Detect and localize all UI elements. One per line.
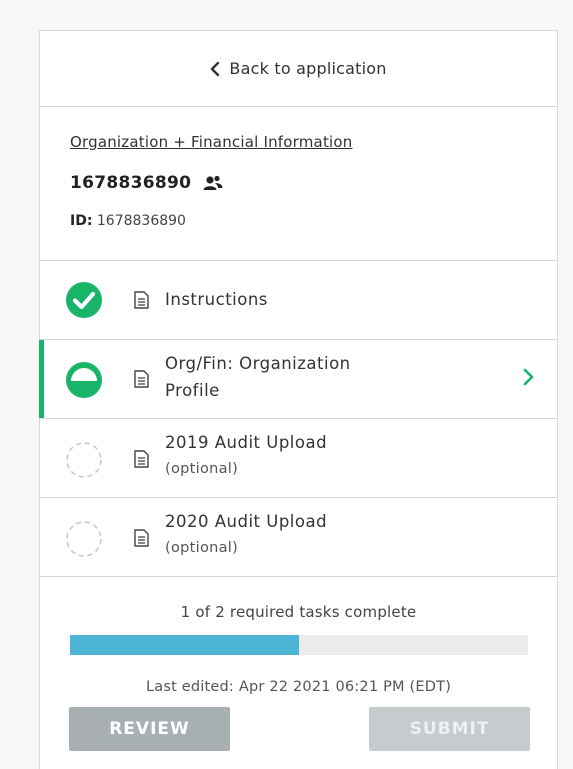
task-panel: Back to application Organization + Finan…: [39, 30, 558, 769]
review-button[interactable]: REVIEW: [69, 707, 230, 751]
task-item-2019-audit-upload[interactable]: 2019 Audit Upload (optional): [40, 419, 557, 498]
organization-number: 1678836890: [70, 173, 223, 193]
organization-id-value: 1678836890: [96, 213, 186, 229]
submit-button[interactable]: SUBMIT: [369, 707, 530, 751]
task-item-organization-profile[interactable]: Org/Fin: Organization Profile: [39, 340, 557, 419]
task-label: Instructions: [165, 290, 268, 309]
progress-text: 1 of 2 required tasks complete: [180, 603, 417, 621]
organization-block: Organization + Financial Information 167…: [40, 107, 557, 261]
back-to-application-link[interactable]: Back to application: [210, 59, 386, 78]
back-row: Back to application: [40, 31, 557, 107]
task-item-instructions[interactable]: Instructions: [40, 261, 557, 340]
task-label: Org/Fin: Organization Profile: [165, 350, 351, 404]
progress-bar-fill: [70, 635, 299, 655]
task-optional-note: (optional): [165, 461, 239, 477]
document-icon: [134, 370, 149, 388]
organization-section-link[interactable]: Organization + Financial Information: [70, 133, 352, 151]
last-edited-text: Last edited: Apr 22 2021 06:21 PM (EDT): [145, 679, 452, 695]
task-label-line2: Profile: [165, 381, 220, 400]
progress-bar: [70, 635, 528, 655]
chevron-right-icon[interactable]: [523, 367, 535, 387]
task-optional-note: (optional): [165, 540, 239, 556]
half-circle-icon: [66, 362, 102, 398]
task-label: 2020 Audit Upload (optional): [165, 508, 327, 562]
task-label-main: 2019 Audit Upload: [165, 433, 328, 452]
back-label: Back to application: [229, 59, 387, 78]
task-label-line1: Org/Fin: Organization: [165, 354, 351, 373]
organization-id: ID: 1678836890: [70, 213, 186, 229]
task-label-main: 2020 Audit Upload: [165, 512, 328, 531]
document-icon: [134, 529, 149, 547]
users-icon: [203, 175, 223, 190]
dashed-circle-icon: [66, 442, 102, 478]
page: Back to application Organization + Finan…: [0, 0, 573, 769]
dashed-circle-icon: [66, 521, 102, 557]
task-item-2020-audit-upload[interactable]: 2020 Audit Upload (optional): [40, 498, 557, 577]
document-icon: [134, 291, 149, 309]
organization-id-label: ID:: [70, 213, 93, 229]
check-circle-icon: [66, 282, 102, 318]
chevron-left-icon: [211, 61, 220, 76]
document-icon: [134, 450, 149, 468]
organization-number-text: 1678836890: [70, 173, 192, 193]
task-label: 2019 Audit Upload (optional): [165, 429, 327, 483]
